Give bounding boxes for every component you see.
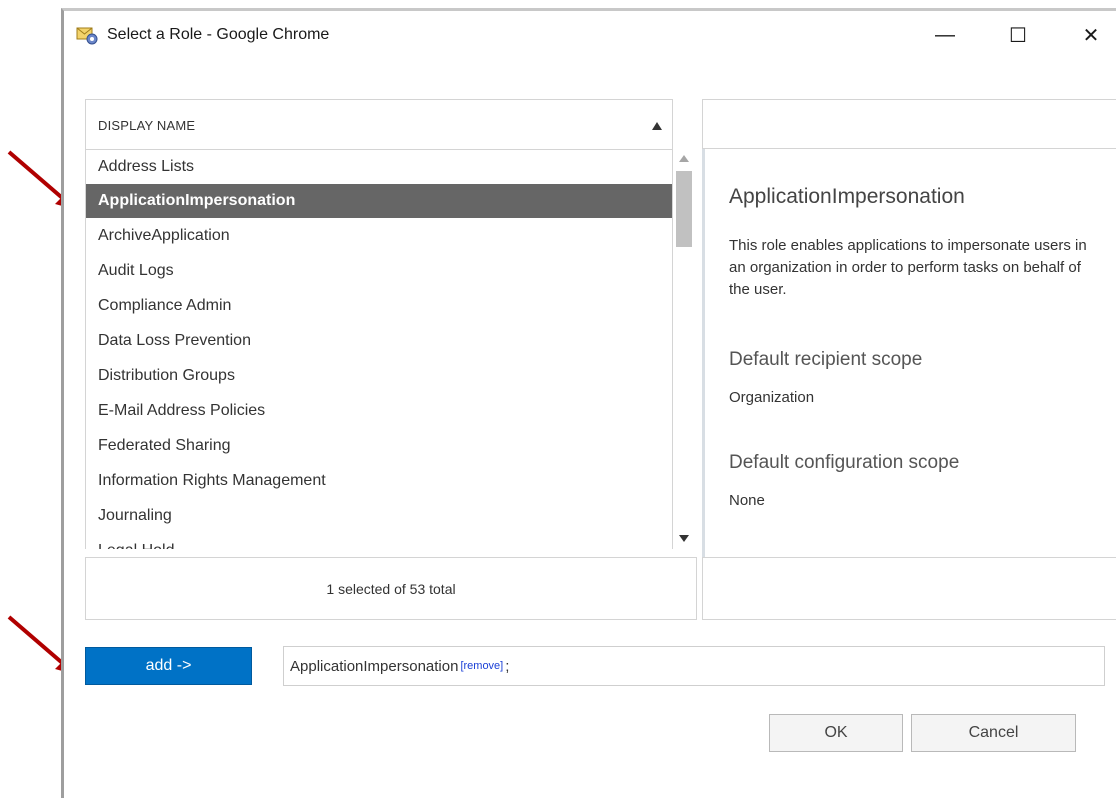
list-item[interactable]: Address Lists: [86, 150, 672, 184]
maximize-icon: ☐: [1009, 24, 1027, 47]
role-list: Address Lists ApplicationImpersonation A…: [86, 150, 672, 549]
scroll-down-icon[interactable]: [679, 535, 689, 542]
list-item[interactable]: ArchiveApplication: [86, 219, 672, 253]
column-header-display-name[interactable]: DISPLAY NAME: [86, 100, 672, 150]
column-header-label: DISPLAY NAME: [98, 118, 196, 133]
exchange-mail-icon: [76, 27, 98, 45]
close-button[interactable]: ✕: [1068, 17, 1114, 53]
role-description: This role enables applications to impers…: [729, 237, 1087, 298]
list-item[interactable]: Compliance Admin: [86, 289, 672, 323]
list-item[interactable]: Data Loss Prevention: [86, 324, 672, 358]
add-button[interactable]: add ->: [85, 647, 252, 685]
role-details-panel: ApplicationImpersonation This role enabl…: [702, 149, 1116, 557]
list-item-selected[interactable]: ApplicationImpersonation: [86, 184, 672, 218]
recipient-scope-value: Organization: [729, 389, 815, 406]
minimize-icon: —: [935, 23, 955, 46]
separator: ;: [505, 657, 510, 675]
title-bar: Select a Role - Google Chrome — ☐ ✕: [64, 11, 1116, 59]
header-divider: [672, 99, 673, 149]
details-header: [702, 99, 1116, 149]
list-item[interactable]: E-Mail Address Policies: [86, 394, 672, 428]
ok-button-label: OK: [824, 724, 848, 741]
maximize-button[interactable]: ☐: [995, 17, 1041, 53]
sort-ascending-icon: [652, 122, 662, 130]
list-item[interactable]: Journaling: [86, 499, 672, 533]
list-item[interactable]: Distribution Groups: [86, 359, 672, 393]
selected-role: ApplicationImpersonation: [290, 657, 459, 675]
details-footer: [702, 557, 1116, 620]
cancel-button-label: Cancel: [968, 724, 1019, 741]
ok-button[interactable]: OK: [769, 714, 903, 752]
list-item[interactable]: Audit Logs: [86, 254, 672, 288]
role-title: ApplicationImpersonation: [729, 185, 965, 208]
selection-status: 1 selected of 53 total: [85, 557, 697, 620]
scroll-up-icon[interactable]: [679, 155, 689, 162]
config-scope-value: None: [729, 492, 765, 509]
close-icon: ✕: [1082, 24, 1100, 47]
window-title: Select a Role - Google Chrome: [107, 26, 330, 43]
scroll-thumb[interactable]: [676, 171, 692, 247]
role-list-panel: DISPLAY NAME Address Lists ApplicationIm…: [85, 99, 673, 549]
list-item[interactable]: Information Rights Management: [86, 464, 672, 498]
selection-count: 1 selected of 53 total: [326, 580, 456, 597]
dialog-window: Select a Role - Google Chrome — ☐ ✕ DISP…: [61, 8, 1116, 798]
list-item[interactable]: Federated Sharing: [86, 429, 672, 463]
recipient-scope-heading: Default recipient scope: [729, 349, 923, 370]
minimize-button[interactable]: —: [922, 17, 968, 53]
selected-roles-field[interactable]: ApplicationImpersonation [remove] ;: [283, 646, 1105, 686]
cancel-button[interactable]: Cancel: [911, 714, 1076, 752]
remove-link[interactable]: [remove]: [460, 660, 503, 672]
list-scrollbar[interactable]: [673, 149, 693, 549]
list-item[interactable]: Legal Hold: [86, 534, 672, 549]
config-scope-heading: Default configuration scope: [729, 452, 960, 473]
